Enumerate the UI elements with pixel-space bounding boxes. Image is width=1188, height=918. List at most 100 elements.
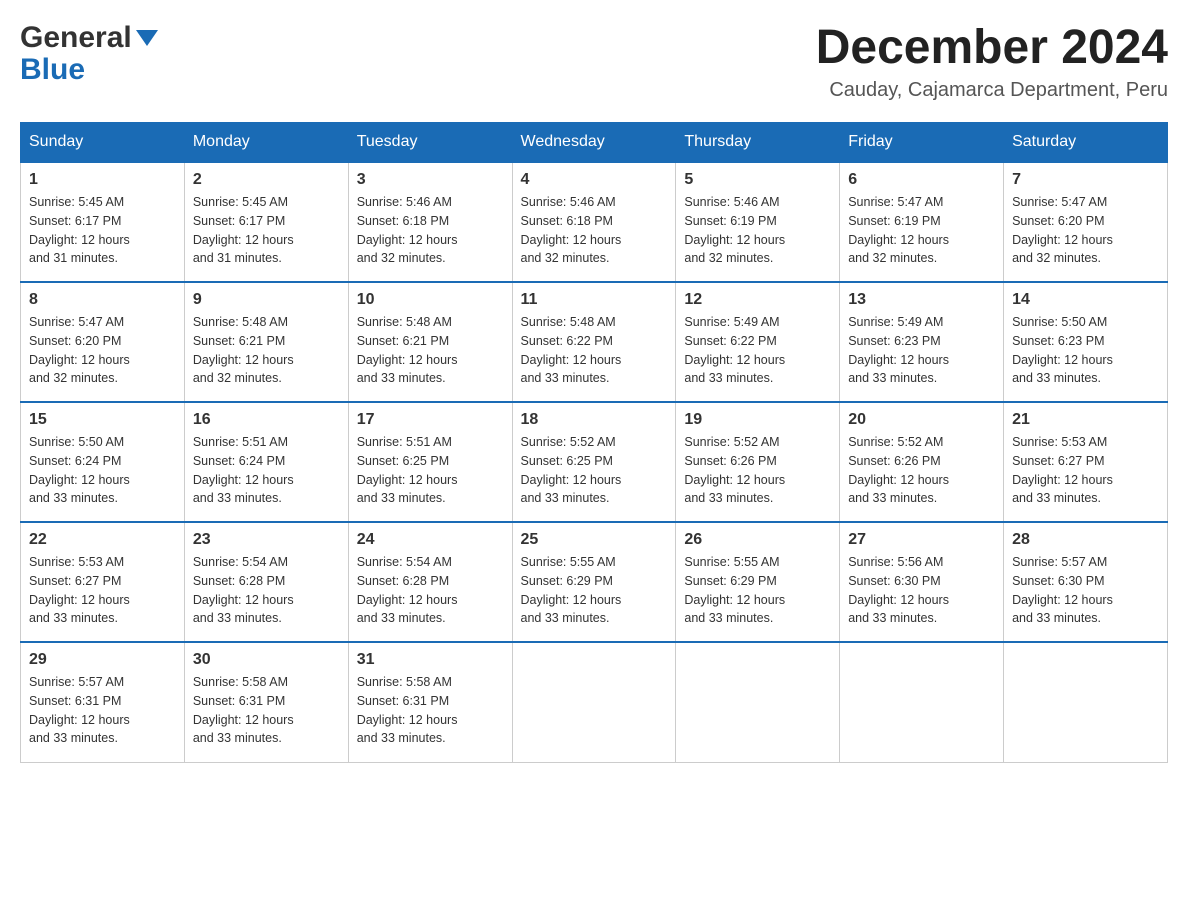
table-row: 7 Sunrise: 5:47 AM Sunset: 6:20 PM Dayli… (1004, 162, 1168, 282)
table-row: 1 Sunrise: 5:45 AM Sunset: 6:17 PM Dayli… (21, 162, 185, 282)
day-number: 19 (684, 411, 831, 429)
table-row: 24 Sunrise: 5:54 AM Sunset: 6:28 PM Dayl… (348, 522, 512, 642)
calendar-week-row: 8 Sunrise: 5:47 AM Sunset: 6:20 PM Dayli… (21, 282, 1168, 402)
table-row (676, 642, 840, 762)
day-info: Sunrise: 5:48 AM Sunset: 6:21 PM Dayligh… (193, 313, 340, 388)
table-row: 25 Sunrise: 5:55 AM Sunset: 6:29 PM Dayl… (512, 522, 676, 642)
table-row: 20 Sunrise: 5:52 AM Sunset: 6:26 PM Dayl… (840, 402, 1004, 522)
day-info: Sunrise: 5:52 AM Sunset: 6:26 PM Dayligh… (848, 433, 995, 508)
day-info: Sunrise: 5:51 AM Sunset: 6:25 PM Dayligh… (357, 433, 504, 508)
day-info: Sunrise: 5:54 AM Sunset: 6:28 PM Dayligh… (357, 553, 504, 628)
day-info: Sunrise: 5:52 AM Sunset: 6:26 PM Dayligh… (684, 433, 831, 508)
location-subtitle: Cauday, Cajamarca Department, Peru (816, 79, 1168, 102)
table-row: 13 Sunrise: 5:49 AM Sunset: 6:23 PM Dayl… (840, 282, 1004, 402)
day-info: Sunrise: 5:55 AM Sunset: 6:29 PM Dayligh… (521, 553, 668, 628)
table-row: 19 Sunrise: 5:52 AM Sunset: 6:26 PM Dayl… (676, 402, 840, 522)
col-thursday: Thursday (676, 123, 840, 163)
day-info: Sunrise: 5:47 AM Sunset: 6:20 PM Dayligh… (1012, 193, 1159, 268)
day-info: Sunrise: 5:58 AM Sunset: 6:31 PM Dayligh… (193, 673, 340, 748)
table-row: 29 Sunrise: 5:57 AM Sunset: 6:31 PM Dayl… (21, 642, 185, 762)
month-title: December 2024 (816, 20, 1168, 75)
day-info: Sunrise: 5:47 AM Sunset: 6:19 PM Dayligh… (848, 193, 995, 268)
day-info: Sunrise: 5:48 AM Sunset: 6:22 PM Dayligh… (521, 313, 668, 388)
day-number: 8 (29, 291, 176, 309)
day-info: Sunrise: 5:47 AM Sunset: 6:20 PM Dayligh… (29, 313, 176, 388)
table-row: 18 Sunrise: 5:52 AM Sunset: 6:25 PM Dayl… (512, 402, 676, 522)
day-info: Sunrise: 5:58 AM Sunset: 6:31 PM Dayligh… (357, 673, 504, 748)
day-number: 1 (29, 171, 176, 189)
table-row: 4 Sunrise: 5:46 AM Sunset: 6:18 PM Dayli… (512, 162, 676, 282)
day-number: 11 (521, 291, 668, 309)
table-row: 21 Sunrise: 5:53 AM Sunset: 6:27 PM Dayl… (1004, 402, 1168, 522)
day-number: 10 (357, 291, 504, 309)
table-row: 23 Sunrise: 5:54 AM Sunset: 6:28 PM Dayl… (184, 522, 348, 642)
day-number: 4 (521, 171, 668, 189)
logo-blue: Blue (20, 53, 85, 86)
day-number: 22 (29, 531, 176, 549)
table-row: 10 Sunrise: 5:48 AM Sunset: 6:21 PM Dayl… (348, 282, 512, 402)
day-info: Sunrise: 5:54 AM Sunset: 6:28 PM Dayligh… (193, 553, 340, 628)
day-info: Sunrise: 5:48 AM Sunset: 6:21 PM Dayligh… (357, 313, 504, 388)
table-row: 3 Sunrise: 5:46 AM Sunset: 6:18 PM Dayli… (348, 162, 512, 282)
day-number: 27 (848, 531, 995, 549)
day-info: Sunrise: 5:56 AM Sunset: 6:30 PM Dayligh… (848, 553, 995, 628)
day-number: 16 (193, 411, 340, 429)
day-info: Sunrise: 5:46 AM Sunset: 6:18 PM Dayligh… (357, 193, 504, 268)
day-number: 18 (521, 411, 668, 429)
table-row: 11 Sunrise: 5:48 AM Sunset: 6:22 PM Dayl… (512, 282, 676, 402)
calendar-week-row: 22 Sunrise: 5:53 AM Sunset: 6:27 PM Dayl… (21, 522, 1168, 642)
day-number: 17 (357, 411, 504, 429)
table-row: 5 Sunrise: 5:46 AM Sunset: 6:19 PM Dayli… (676, 162, 840, 282)
calendar-week-row: 15 Sunrise: 5:50 AM Sunset: 6:24 PM Dayl… (21, 402, 1168, 522)
table-row: 26 Sunrise: 5:55 AM Sunset: 6:29 PM Dayl… (676, 522, 840, 642)
day-number: 2 (193, 171, 340, 189)
day-number: 15 (29, 411, 176, 429)
day-number: 28 (1012, 531, 1159, 549)
col-wednesday: Wednesday (512, 123, 676, 163)
day-info: Sunrise: 5:45 AM Sunset: 6:17 PM Dayligh… (193, 193, 340, 268)
col-saturday: Saturday (1004, 123, 1168, 163)
table-row: 31 Sunrise: 5:58 AM Sunset: 6:31 PM Dayl… (348, 642, 512, 762)
col-sunday: Sunday (21, 123, 185, 163)
day-number: 23 (193, 531, 340, 549)
day-info: Sunrise: 5:49 AM Sunset: 6:22 PM Dayligh… (684, 313, 831, 388)
day-number: 14 (1012, 291, 1159, 309)
day-info: Sunrise: 5:57 AM Sunset: 6:31 PM Dayligh… (29, 673, 176, 748)
day-info: Sunrise: 5:55 AM Sunset: 6:29 PM Dayligh… (684, 553, 831, 628)
day-number: 9 (193, 291, 340, 309)
day-info: Sunrise: 5:57 AM Sunset: 6:30 PM Dayligh… (1012, 553, 1159, 628)
day-number: 24 (357, 531, 504, 549)
day-info: Sunrise: 5:49 AM Sunset: 6:23 PM Dayligh… (848, 313, 995, 388)
col-monday: Monday (184, 123, 348, 163)
logo: General Blue (20, 20, 158, 86)
day-number: 5 (684, 171, 831, 189)
table-row (1004, 642, 1168, 762)
table-row: 6 Sunrise: 5:47 AM Sunset: 6:19 PM Dayli… (840, 162, 1004, 282)
day-info: Sunrise: 5:51 AM Sunset: 6:24 PM Dayligh… (193, 433, 340, 508)
table-row: 22 Sunrise: 5:53 AM Sunset: 6:27 PM Dayl… (21, 522, 185, 642)
table-row (840, 642, 1004, 762)
table-row: 30 Sunrise: 5:58 AM Sunset: 6:31 PM Dayl… (184, 642, 348, 762)
table-row: 14 Sunrise: 5:50 AM Sunset: 6:23 PM Dayl… (1004, 282, 1168, 402)
day-info: Sunrise: 5:46 AM Sunset: 6:19 PM Dayligh… (684, 193, 831, 268)
table-row: 12 Sunrise: 5:49 AM Sunset: 6:22 PM Dayl… (676, 282, 840, 402)
day-number: 31 (357, 651, 504, 669)
day-number: 13 (848, 291, 995, 309)
day-info: Sunrise: 5:52 AM Sunset: 6:25 PM Dayligh… (521, 433, 668, 508)
day-info: Sunrise: 5:50 AM Sunset: 6:24 PM Dayligh… (29, 433, 176, 508)
table-row: 17 Sunrise: 5:51 AM Sunset: 6:25 PM Dayl… (348, 402, 512, 522)
calendar-week-row: 29 Sunrise: 5:57 AM Sunset: 6:31 PM Dayl… (21, 642, 1168, 762)
page-header: General Blue December 2024 Cauday, Cajam… (20, 20, 1168, 102)
day-number: 7 (1012, 171, 1159, 189)
table-row: 27 Sunrise: 5:56 AM Sunset: 6:30 PM Dayl… (840, 522, 1004, 642)
table-row: 16 Sunrise: 5:51 AM Sunset: 6:24 PM Dayl… (184, 402, 348, 522)
day-info: Sunrise: 5:53 AM Sunset: 6:27 PM Dayligh… (29, 553, 176, 628)
day-number: 3 (357, 171, 504, 189)
col-tuesday: Tuesday (348, 123, 512, 163)
table-row: 8 Sunrise: 5:47 AM Sunset: 6:20 PM Dayli… (21, 282, 185, 402)
table-row (512, 642, 676, 762)
day-info: Sunrise: 5:46 AM Sunset: 6:18 PM Dayligh… (521, 193, 668, 268)
logo-general: General (20, 21, 132, 54)
calendar-header-row: Sunday Monday Tuesday Wednesday Thursday… (21, 123, 1168, 163)
day-number: 20 (848, 411, 995, 429)
